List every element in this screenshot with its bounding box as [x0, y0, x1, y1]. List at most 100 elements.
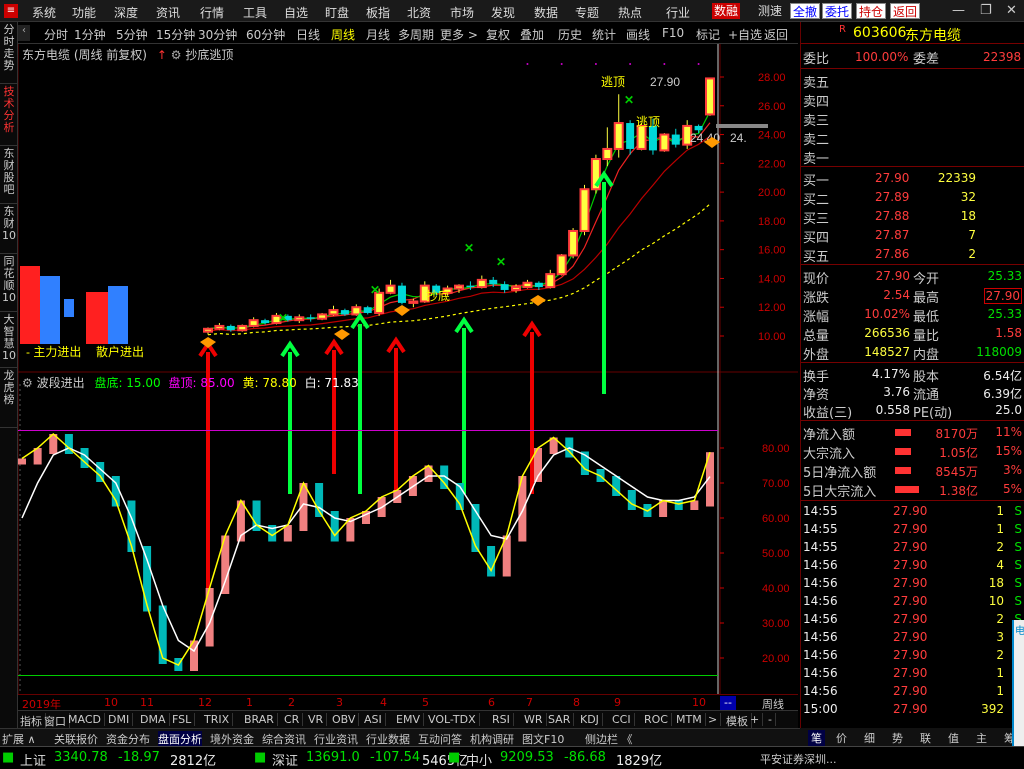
indicator-tab[interactable]: VR: [308, 713, 328, 726]
collapse-icon[interactable]: ‹: [18, 25, 30, 41]
left-tab[interactable]: 东财股吧: [0, 146, 18, 204]
settings-icon[interactable]: ⚙: [22, 376, 33, 390]
right-tab[interactable]: 细: [864, 730, 875, 746]
indicator-tab[interactable]: DMA: [140, 713, 170, 726]
indicator-tab[interactable]: SAR: [548, 713, 575, 726]
menu-item[interactable]: 数据: [534, 4, 558, 21]
menu-active-item[interactable]: 数融: [712, 3, 741, 19]
order-button[interactable]: 委托: [822, 3, 853, 19]
indicator-tab[interactable]: RSI: [492, 713, 514, 726]
toolbar-item[interactable]: 画线: [626, 26, 650, 43]
menu-item[interactable]: 热点: [618, 4, 642, 21]
menu-item[interactable]: 市场: [450, 4, 474, 21]
menu-item[interactable]: 功能: [72, 4, 96, 21]
bottom-tab[interactable]: 机构调研: [470, 731, 514, 747]
indicator-tab[interactable]: WR: [524, 713, 547, 726]
index-name[interactable]: 深证: [272, 750, 298, 769]
bottom-tab[interactable]: 行业数据: [366, 731, 410, 747]
index-name[interactable]: 中小: [466, 750, 492, 769]
right-tab[interactable]: 笔: [808, 730, 825, 746]
bottom-tab[interactable]: 图文F10: [522, 731, 564, 747]
indicator-tab[interactable]: 指标: [20, 713, 46, 729]
toolbar-item[interactable]: 复权: [486, 26, 510, 43]
toolbar-item[interactable]: 叠加: [520, 26, 544, 43]
bottom-tab[interactable]: 侧边栏 《: [585, 731, 633, 747]
period-tab[interactable]: 60分钟: [246, 26, 285, 43]
indicator-tab[interactable]: KDJ: [580, 713, 603, 726]
left-tab[interactable]: 分时走势: [0, 22, 18, 84]
bottom-tab[interactable]: 资金分布: [106, 731, 150, 747]
indicator-tab[interactable]: 窗口: [44, 713, 70, 729]
right-tab[interactable]: 价: [836, 730, 847, 746]
menu-item[interactable]: 系统: [32, 4, 56, 21]
indicator-tab[interactable]: EMV: [396, 713, 424, 726]
menu-item[interactable]: 资讯: [156, 4, 180, 21]
right-tab[interactable]: 主: [976, 730, 987, 746]
right-tab[interactable]: 势: [892, 730, 903, 746]
menu-item[interactable]: 专题: [575, 4, 599, 21]
menu-item[interactable]: 深度: [114, 4, 138, 21]
toolbar-item[interactable]: 历史: [558, 26, 582, 43]
position-button[interactable]: 持仓: [856, 3, 887, 19]
indicator-tab[interactable]: FSL: [172, 713, 196, 726]
bottom-tab[interactable]: 境外资金: [210, 731, 254, 747]
close-icon[interactable]: ✕: [1006, 3, 1017, 18]
period-tab[interactable]: 分时: [44, 26, 68, 43]
indicator-tab[interactable]: -: [768, 713, 776, 726]
period-tab[interactable]: 30分钟: [198, 26, 237, 43]
left-tab[interactable]: 同花顺10: [0, 254, 18, 312]
menu-item[interactable]: 行情: [200, 4, 224, 21]
bottom-tab[interactable]: 盘面分析: [158, 731, 202, 747]
period-tab[interactable]: 5分钟: [116, 26, 148, 43]
indicator-tab[interactable]: TRIX: [204, 713, 234, 726]
bottom-tab[interactable]: 综合资讯: [262, 731, 306, 747]
left-tab[interactable]: 龙虎榜: [0, 368, 18, 428]
indicator-name[interactable]: 抄底逃顶: [185, 48, 233, 62]
toolbar-item[interactable]: F10: [662, 26, 684, 40]
indicator-tab[interactable]: ASI: [364, 713, 386, 726]
kline-chart[interactable]: 28.00 26.00 24.00 22.00 20.00 18.00 16.00 14.00…: [18, 44, 798, 694]
period-tab[interactable]: 月线: [366, 26, 390, 43]
period-tab[interactable]: 1分钟: [74, 26, 106, 43]
back-button[interactable]: 返回: [890, 3, 921, 19]
indicator-tab[interactable]: +: [750, 713, 764, 726]
right-tab[interactable]: 联: [920, 730, 931, 746]
toolbar-item[interactable]: 返回: [764, 26, 788, 43]
indicator-tab[interactable]: 模板: [726, 713, 752, 729]
bottom-tab[interactable]: 互动问答: [418, 731, 462, 747]
menu-item[interactable]: 发现: [491, 4, 515, 21]
app-logo-icon[interactable]: ≡: [4, 4, 18, 18]
indicator-tab[interactable]: VOL-TDX: [428, 713, 480, 726]
speedtest-button[interactable]: 测速: [756, 3, 784, 19]
right-tab[interactable]: 值: [948, 730, 959, 746]
bottom-tab[interactable]: 行业资讯: [314, 731, 358, 747]
indicator-tab[interactable]: ROC: [644, 713, 672, 726]
period-tab[interactable]: 15分钟: [156, 26, 195, 43]
indicator-tab[interactable]: OBV: [332, 713, 360, 726]
period-tab[interactable]: 日线: [296, 26, 320, 43]
left-tab[interactable]: 大智慧10: [0, 312, 18, 368]
indicator-tab[interactable]: CCI: [612, 713, 635, 726]
floating-widget[interactable]: 电: [1012, 620, 1024, 746]
toolbar-item[interactable]: 统计: [592, 26, 616, 43]
menu-item[interactable]: 板指: [366, 4, 390, 21]
indicator-tab[interactable]: MTM: [676, 713, 706, 726]
index-name[interactable]: 上证: [20, 750, 46, 769]
indicator-tab[interactable]: DMI: [108, 713, 134, 726]
left-tab[interactable]: 技术分析: [0, 84, 18, 146]
bottom-tab[interactable]: 扩展 ∧: [2, 731, 36, 747]
minimize-icon[interactable]: —: [952, 3, 965, 18]
toolbar-item[interactable]: +自选: [728, 26, 762, 43]
restore-icon[interactable]: ❐: [980, 3, 992, 18]
menu-item[interactable]: 行业: [666, 4, 690, 21]
indicator-tab[interactable]: MACD: [68, 713, 105, 726]
settings-icon[interactable]: ⚙: [171, 48, 182, 62]
indicator2-name[interactable]: 波段进出: [37, 376, 85, 390]
menu-item[interactable]: 盯盘: [325, 4, 349, 21]
menu-item[interactable]: 自选: [284, 4, 308, 21]
bottom-tab[interactable]: 关联报价: [54, 731, 98, 747]
indicator-tab[interactable]: >: [708, 713, 722, 726]
period-tab[interactable]: 周线: [331, 26, 355, 43]
indicator-tab[interactable]: CR: [284, 713, 304, 726]
left-tab[interactable]: 东财10: [0, 204, 18, 254]
